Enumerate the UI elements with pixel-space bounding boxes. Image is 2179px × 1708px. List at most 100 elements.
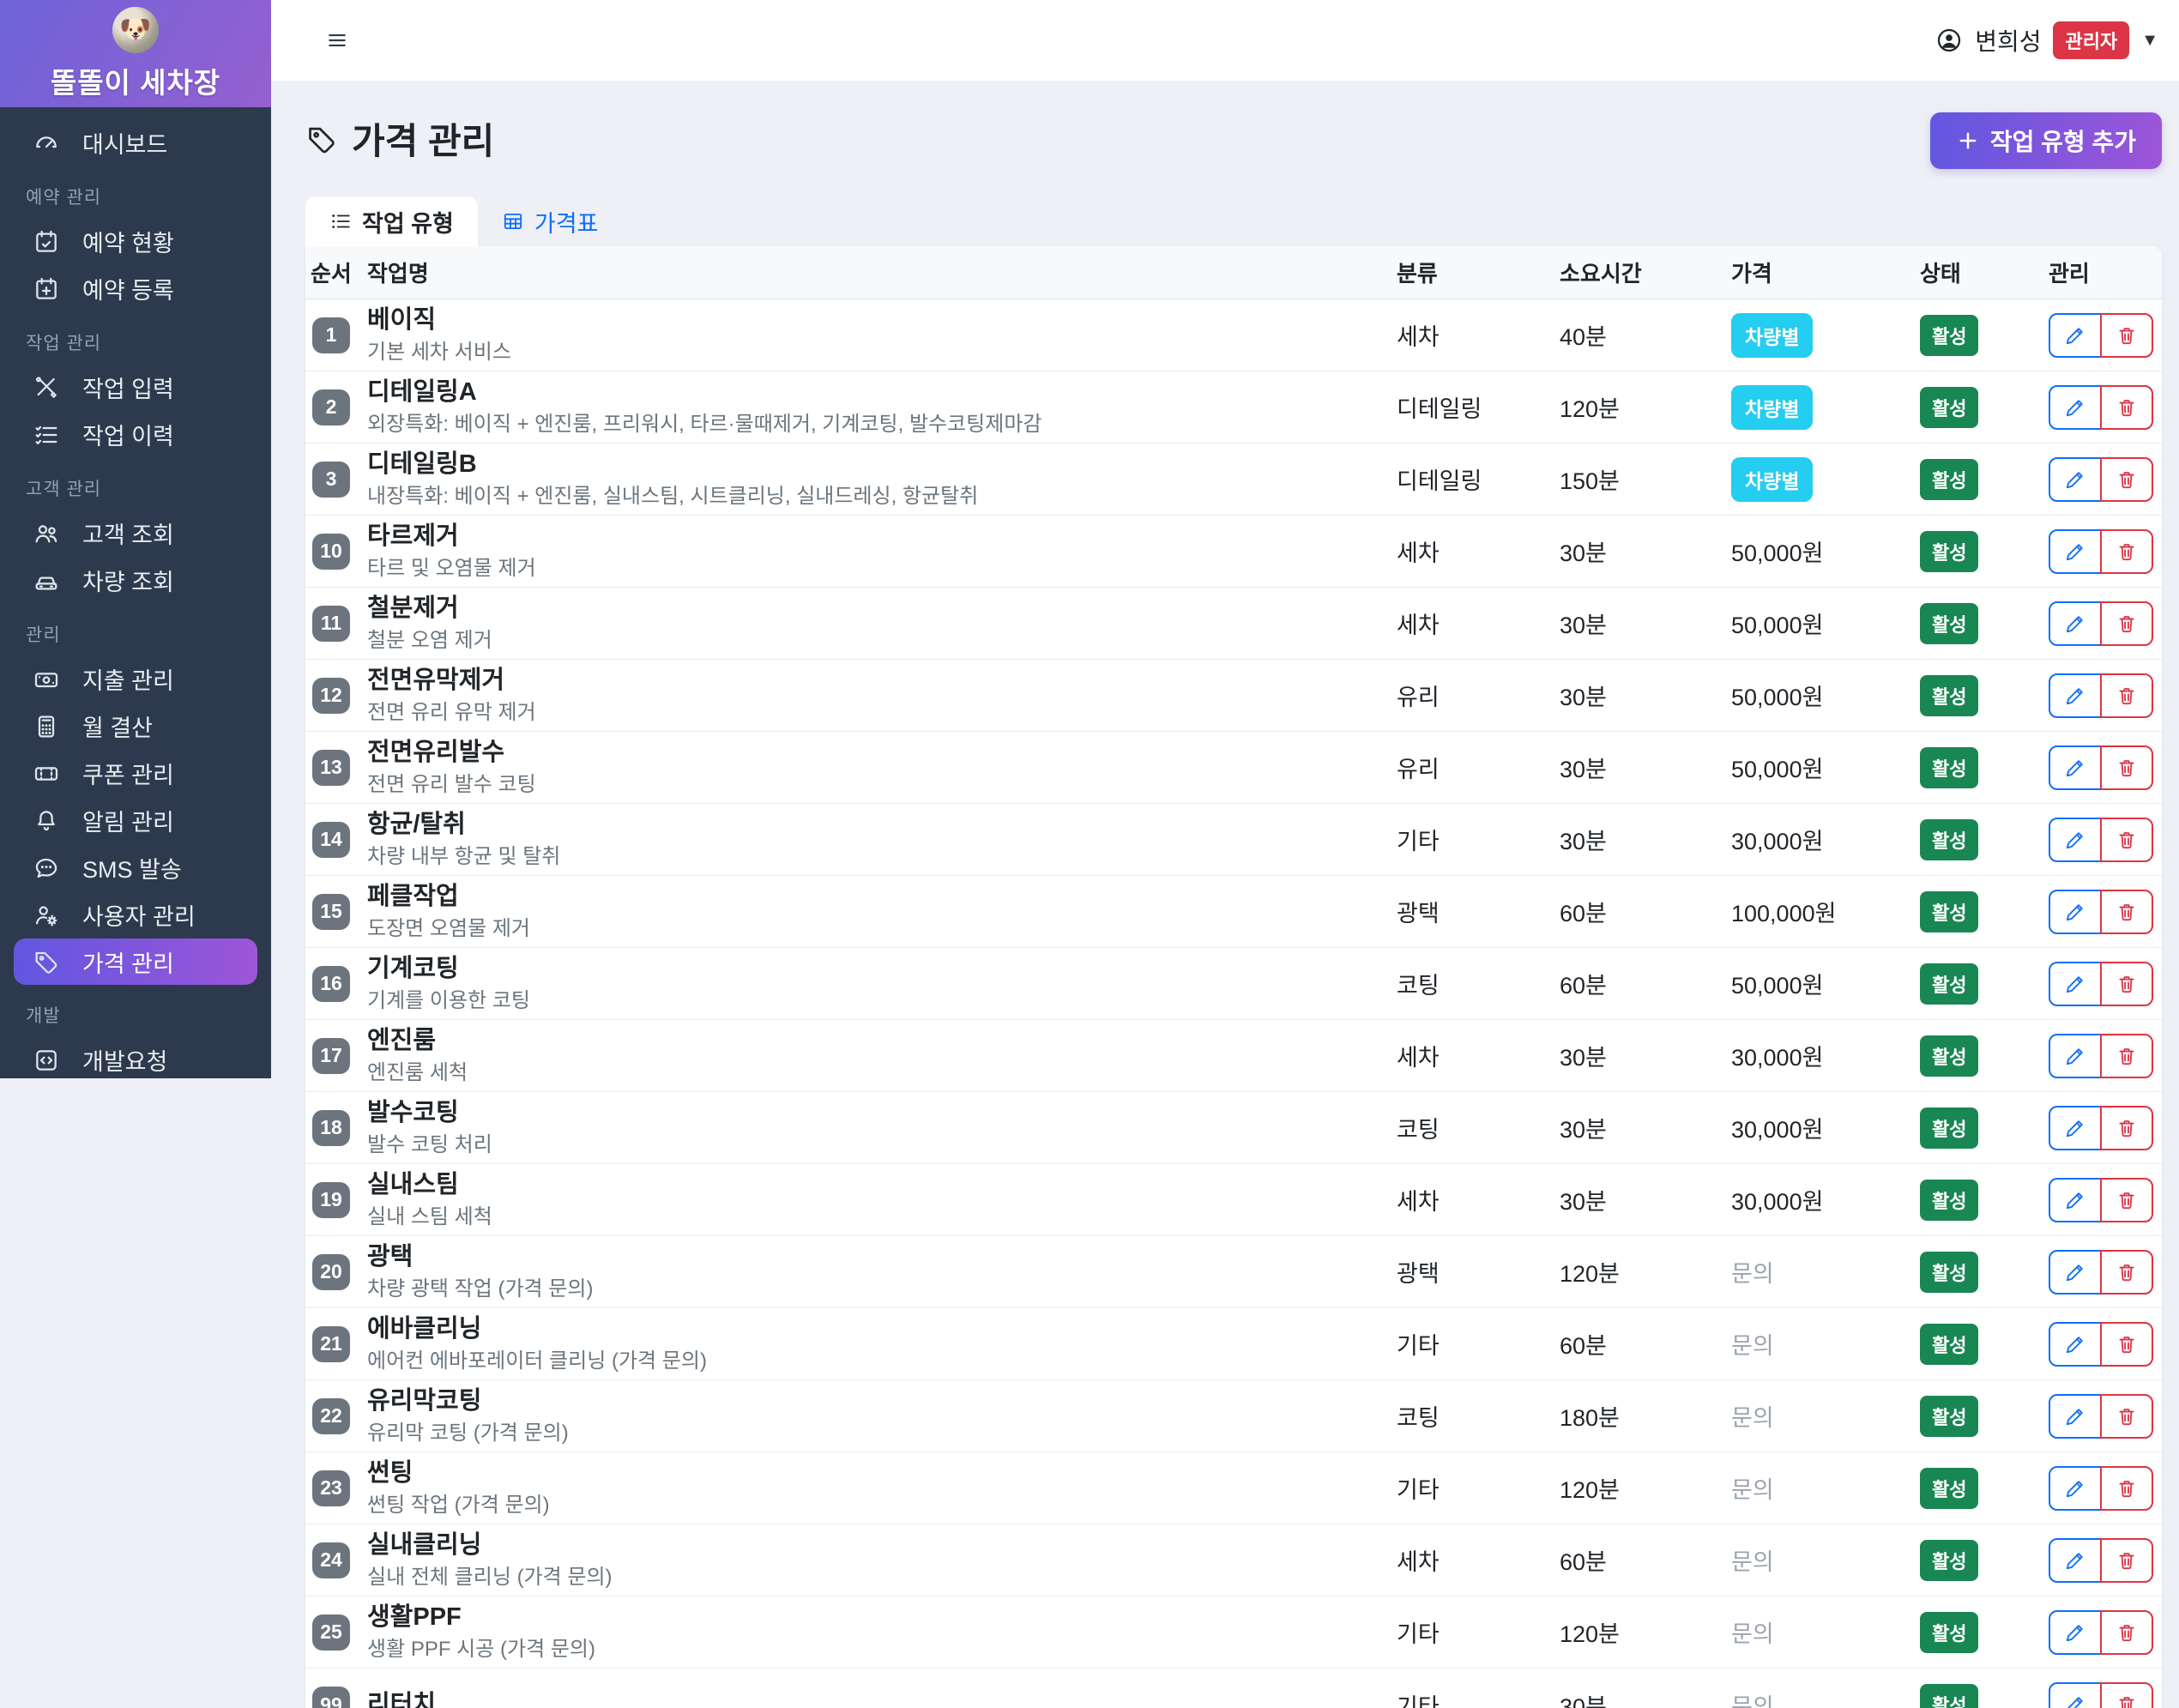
job-name: 페클작업: [367, 883, 459, 911]
row-actions: [2043, 1321, 2162, 1367]
add-job-type-button[interactable]: 작업 유형 추가: [1929, 112, 2162, 169]
order-badge: 16: [312, 965, 350, 1002]
edit-button[interactable]: [2049, 1177, 2102, 1222]
delete-button[interactable]: [2100, 601, 2153, 646]
delete-button[interactable]: [2100, 528, 2153, 574]
status-badge: 활성: [1920, 1323, 1979, 1365]
status-badge: 활성: [1920, 963, 1979, 1005]
pencil-icon: [2064, 613, 2086, 635]
delete-button[interactable]: [2100, 1609, 2153, 1655]
job-name: 썬팅: [367, 1459, 413, 1488]
edit-button[interactable]: [2049, 384, 2102, 430]
job-name: 디테일링A: [367, 378, 477, 407]
sidebar-item-car[interactable]: 차량 조회: [0, 557, 271, 604]
delete-button[interactable]: [2100, 1177, 2153, 1222]
sidebar-item-person-gear[interactable]: 사용자 관리: [0, 891, 271, 938]
row-actions: [2043, 1393, 2162, 1439]
edit-button[interactable]: [2049, 1682, 2102, 1708]
delete-button[interactable]: [2100, 889, 2153, 934]
job-description: 기본 세차 서비스: [367, 340, 511, 364]
tab-job-types[interactable]: 작업 유형: [305, 196, 478, 246]
row-actions: [2043, 1609, 2162, 1655]
row-actions: [2043, 817, 2162, 862]
edit-button[interactable]: [2049, 1105, 2102, 1150]
sidebar-item-cash[interactable]: 지출 관리: [0, 655, 271, 703]
column-header: 관리: [2049, 261, 2090, 287]
edit-button[interactable]: [2049, 1465, 2102, 1511]
sidebar-item-list-check[interactable]: 작업 이력: [0, 411, 271, 458]
status-badge: 활성: [1920, 458, 1979, 500]
job-price: 문의: [1731, 1333, 1774, 1359]
user-menu[interactable]: 변희성 관리자 ▼: [1935, 21, 2158, 59]
edit-button[interactable]: [2049, 312, 2102, 358]
job-description: 철분 오염 제거: [367, 628, 492, 652]
table-row: 10 타르제거 타르 및 오염물 제거 세차 30분 50,000원 활성: [305, 516, 2162, 588]
delete-button[interactable]: [2100, 1249, 2153, 1295]
edit-button[interactable]: [2049, 1537, 2102, 1583]
edit-button[interactable]: [2049, 456, 2102, 502]
edit-button[interactable]: [2049, 961, 2102, 1006]
sidebar-item-calculator[interactable]: 월 결산: [0, 703, 271, 750]
table-row: 13 전면유리발수 전면 유리 발수 코팅 유리 30분 50,000원 활성: [305, 732, 2162, 804]
delete-button[interactable]: [2100, 1465, 2153, 1511]
edit-button[interactable]: [2049, 601, 2102, 646]
job-description: 타르 및 오염물 제거: [367, 556, 536, 580]
edit-button[interactable]: [2049, 817, 2102, 862]
sidebar-item-people[interactable]: 고객 조회: [0, 510, 271, 557]
job-category: 세차: [1397, 540, 1440, 566]
delete-button[interactable]: [2100, 673, 2153, 718]
table-row: 22 유리막코팅 유리막 코팅 (가격 문의) 코팅 180분 문의 활성: [305, 1380, 2162, 1452]
brand-avatar: 🐶: [112, 6, 159, 53]
edit-button[interactable]: [2049, 889, 2102, 934]
trash-icon: [2116, 1189, 2138, 1211]
edit-button[interactable]: [2049, 673, 2102, 718]
edit-button[interactable]: [2049, 1609, 2102, 1655]
edit-button[interactable]: [2049, 1393, 2102, 1439]
sidebar-item-calendar-check[interactable]: 예약 현황: [0, 218, 271, 265]
job-category: 광택: [1397, 1261, 1440, 1287]
sidebar-item-bell[interactable]: 알림 관리: [0, 797, 271, 844]
job-name: 유리막코팅: [367, 1387, 482, 1415]
menu-toggle-button[interactable]: [326, 29, 348, 51]
sidebar-item-tag[interactable]: 가격 관리: [14, 938, 257, 985]
job-category: 디테일링: [1397, 396, 1482, 422]
table-row: 24 실내클리닝 실내 전체 클리닝 (가격 문의) 세차 60분 문의 활성: [305, 1524, 2162, 1596]
delete-button[interactable]: [2100, 384, 2153, 430]
sidebar-item-chat[interactable]: SMS 발송: [0, 844, 271, 891]
delete-button[interactable]: [2100, 745, 2153, 790]
job-description: 생활 PPF 시공 (가격 문의): [367, 1637, 595, 1661]
delete-button[interactable]: [2100, 456, 2153, 502]
sidebar-item-code[interactable]: 개발요청: [0, 1036, 271, 1083]
sidebar-item-tools[interactable]: 작업 입력: [0, 364, 271, 411]
edit-button[interactable]: [2049, 1033, 2102, 1078]
trash-icon: [2116, 685, 2138, 707]
sidebar-section-label: 예약 관리: [26, 188, 102, 208]
delete-button[interactable]: [2100, 1105, 2153, 1150]
trash-icon: [2116, 324, 2138, 347]
sidebar-item-ticket[interactable]: 쿠폰 관리: [0, 750, 271, 797]
delete-button[interactable]: [2100, 1537, 2153, 1583]
delete-button[interactable]: [2100, 1682, 2153, 1708]
edit-button[interactable]: [2049, 528, 2102, 574]
sidebar-item-calendar-plus[interactable]: 예약 등록: [0, 265, 271, 312]
edit-button[interactable]: [2049, 1321, 2102, 1367]
delete-button[interactable]: [2100, 961, 2153, 1006]
job-duration: 60분: [1560, 1549, 1607, 1575]
tab-price-table[interactable]: 가격표: [478, 196, 623, 246]
trash-icon: [2116, 468, 2138, 491]
delete-button[interactable]: [2100, 312, 2153, 358]
sidebar-item-gauge[interactable]: 대시보드: [0, 119, 271, 166]
delete-button[interactable]: [2100, 1393, 2153, 1439]
trash-icon: [2116, 1333, 2138, 1355]
edit-button[interactable]: [2049, 1249, 2102, 1295]
order-badge: 14: [312, 821, 350, 858]
job-name: 생활PPF: [367, 1603, 462, 1632]
job-category: 유리: [1397, 685, 1440, 710]
trash-icon: [2116, 757, 2138, 779]
vehicle-price-badge: 차량별: [1731, 312, 1814, 358]
delete-button[interactable]: [2100, 817, 2153, 862]
edit-button[interactable]: [2049, 745, 2102, 790]
role-badge: 관리자: [2053, 21, 2130, 59]
delete-button[interactable]: [2100, 1321, 2153, 1367]
delete-button[interactable]: [2100, 1033, 2153, 1078]
